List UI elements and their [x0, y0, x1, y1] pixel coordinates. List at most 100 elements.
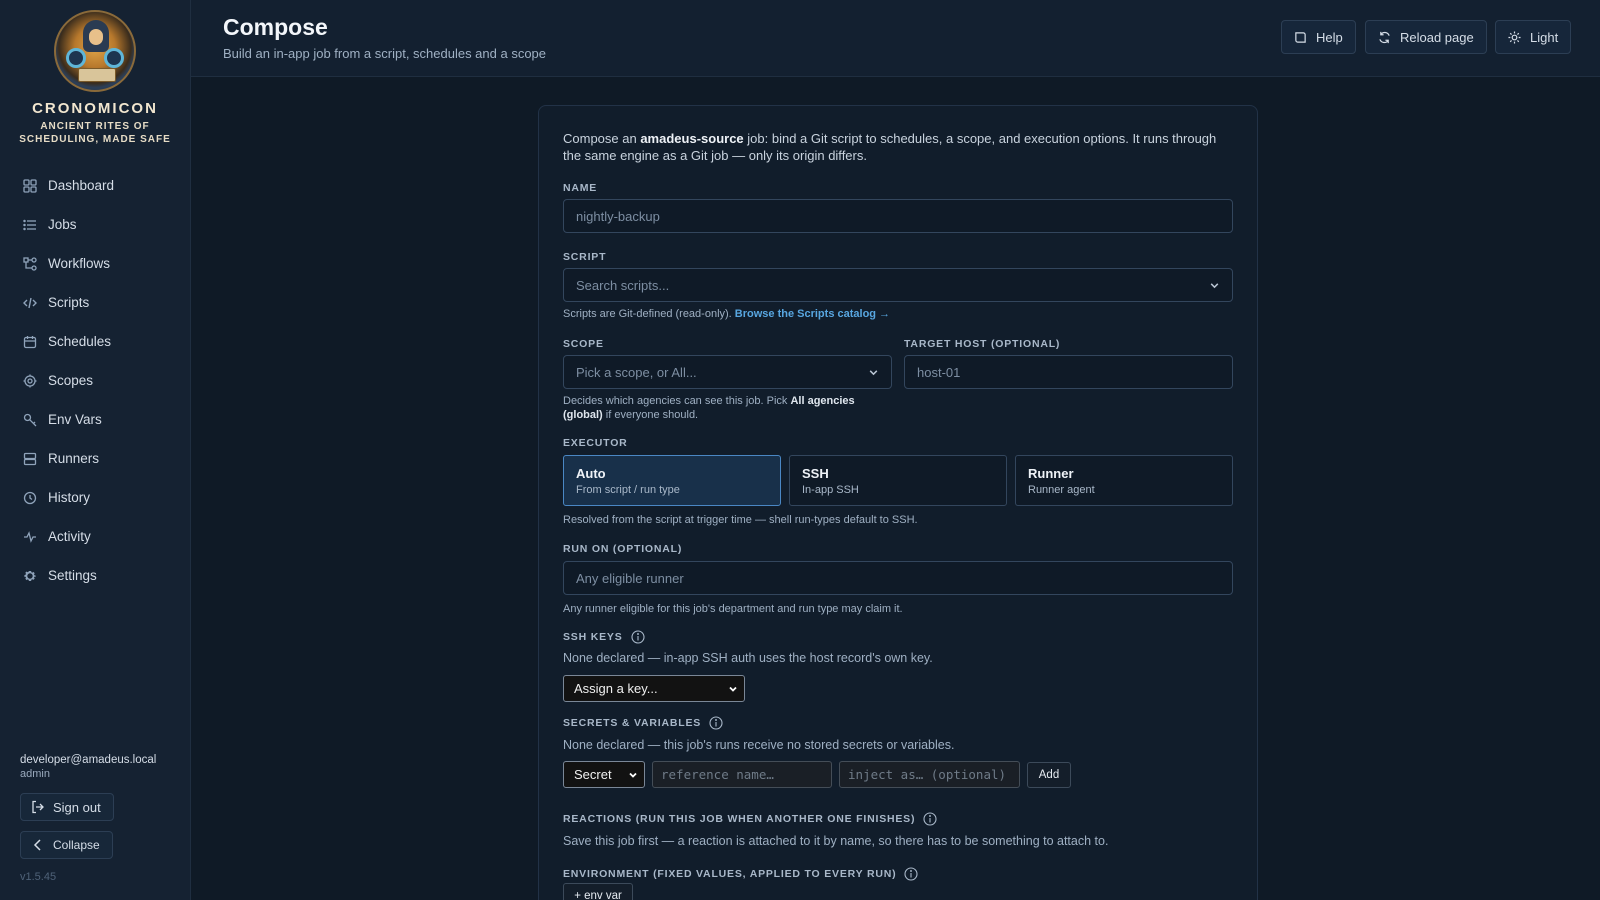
executor-runner-option[interactable]: Runner Runner agent — [1015, 455, 1233, 506]
grid-icon — [22, 178, 37, 193]
brand: CRONOMICON ANCIENT RITES OF SCHEDULING, … — [0, 0, 190, 146]
refresh-icon — [1379, 31, 1390, 43]
secret-inject-as-input[interactable]: inject as… (optional) — [839, 761, 1020, 788]
server-icon — [22, 451, 37, 466]
sidebar-item-settings[interactable]: Settings — [0, 556, 190, 595]
brand-tagline: ANCIENT RITES OF SCHEDULING, MADE SAFE — [0, 120, 190, 146]
user-role: admin — [20, 768, 50, 780]
sun-icon — [1508, 30, 1521, 44]
script-label: SCRIPT — [563, 251, 607, 263]
collapse-button[interactable]: Collapse — [20, 831, 113, 859]
reload-page-button[interactable]: Reload page — [1365, 20, 1487, 54]
info-icon[interactable] — [709, 716, 723, 730]
scope-help-pre: Decides which agencies can see this job.… — [563, 395, 788, 407]
sidebar-item-label: Dashboard — [48, 178, 115, 193]
ssh-keys-label: SSH KEYS — [563, 630, 645, 644]
sidebar-item-history[interactable]: History — [0, 478, 190, 517]
secret-reference-input[interactable]: reference name… — [652, 761, 832, 788]
sidebar-item-label: History — [48, 490, 91, 505]
script-help-text: Scripts are Git-defined (read-only). — [563, 308, 732, 320]
theme-label: Light — [1530, 29, 1559, 45]
help-button[interactable]: Help — [1281, 20, 1356, 54]
scope-help-global: (global) — [563, 409, 603, 421]
sidebar-item-workflows[interactable]: Workflows — [0, 244, 190, 283]
assign-key-select[interactable]: Assign a key... — [563, 675, 745, 702]
compose-form: Compose an amadeus-source job: bind a Gi… — [538, 105, 1258, 900]
sidebar-item-schedules[interactable]: Schedules — [0, 322, 190, 361]
sign-out-icon — [32, 800, 44, 814]
executor-title: Runner — [1028, 466, 1074, 481]
gear-icon — [22, 568, 37, 583]
reactions-label-text: REACTIONS (RUN THIS JOB WHEN ANOTHER ONE… — [563, 813, 916, 825]
scope-placeholder: Pick a scope, or All... — [576, 364, 697, 380]
run-on-help: Any runner eligible for this job's depar… — [563, 603, 903, 615]
intro-text: Compose an amadeus-source job: bind a Gi… — [563, 130, 1233, 164]
list-icon — [22, 217, 37, 232]
sidebar-item-env-vars[interactable]: Env Vars — [0, 400, 190, 439]
book-icon — [1295, 31, 1306, 43]
info-icon[interactable] — [904, 867, 918, 881]
activity-icon — [22, 529, 37, 544]
add-secret-button[interactable]: Add — [1027, 762, 1071, 788]
sidebar-item-label: Settings — [48, 568, 97, 583]
scope-help-post: if everyone should. — [605, 409, 699, 421]
sidebar-item-label: Workflows — [48, 256, 111, 271]
executor-subtitle: Runner agent — [1028, 484, 1095, 496]
sign-out-button[interactable]: Sign out — [20, 793, 114, 821]
scope-help: Decides which agencies can see this job.… — [563, 394, 863, 422]
sidebar-item-label: Runners — [48, 451, 100, 466]
chevron-down-icon — [1210, 283, 1219, 289]
sidebar-item-jobs[interactable]: Jobs — [0, 205, 190, 244]
sidebar-item-label: Jobs — [48, 217, 77, 232]
assign-key-value: Assign a key... — [574, 681, 658, 696]
sidebar-item-scopes[interactable]: Scopes — [0, 361, 190, 400]
chevron-left-icon — [33, 839, 41, 851]
executor-subtitle: From script / run type — [576, 484, 680, 496]
add-env-var-button[interactable]: + env var — [563, 883, 633, 900]
clock-icon — [22, 490, 37, 505]
code-icon — [22, 295, 37, 310]
sign-out-label: Sign out — [53, 799, 101, 815]
reactions-label: REACTIONS (RUN THIS JOB WHEN ANOTHER ONE… — [563, 812, 937, 826]
cronomicon-logo — [54, 10, 136, 92]
run-on-input[interactable]: Any eligible runner — [563, 561, 1233, 595]
sidebar-item-label: Env Vars — [48, 412, 102, 427]
user-info: developer@amadeus.local admin — [20, 754, 156, 780]
info-icon[interactable] — [923, 812, 937, 826]
chevron-down-icon — [629, 772, 637, 778]
sidebar-item-runners[interactable]: Runners — [0, 439, 190, 478]
scope-select[interactable]: Pick a scope, or All... — [563, 355, 892, 389]
secret-type-select[interactable]: Secret — [563, 761, 645, 788]
run-on-label: RUN ON (OPTIONAL) — [563, 543, 683, 555]
chevron-down-icon — [729, 686, 737, 692]
script-search-select[interactable]: Search scripts... — [563, 268, 1233, 302]
browse-scripts-link[interactable]: Browse the Scripts catalog → — [735, 308, 890, 320]
sidebar-item-label: Scopes — [48, 373, 94, 388]
theme-toggle-button[interactable]: Light — [1495, 20, 1572, 54]
target-icon — [22, 373, 37, 388]
script-placeholder: Search scripts... — [576, 277, 670, 293]
target-host-label: TARGET HOST (OPTIONAL) — [904, 338, 1061, 350]
executor-ssh-option[interactable]: SSH In-app SSH — [789, 455, 1007, 506]
target-host-input[interactable]: host-01 — [904, 355, 1233, 389]
secrets-text: None declared — this job's runs receive … — [563, 738, 955, 752]
sidebar-item-dashboard[interactable]: Dashboard — [0, 166, 190, 205]
executor-help: Resolved from the script at trigger time… — [563, 514, 918, 526]
intro-pre: Compose an — [563, 131, 641, 146]
scope-label: SCOPE — [563, 338, 604, 350]
name-input[interactable]: nightly-backup — [563, 199, 1233, 233]
info-icon[interactable] — [630, 630, 645, 644]
sidebar-nav: Dashboard Jobs Workflows Scripts Schedul… — [0, 166, 190, 595]
sidebar-item-scripts[interactable]: Scripts — [0, 283, 190, 322]
secret-type-value: Secret — [574, 767, 612, 782]
executor-auto-option[interactable]: Auto From script / run type — [563, 455, 781, 506]
environment-label-text: ENVIRONMENT (FIXED VALUES, APPLIED TO EV… — [563, 868, 897, 880]
ssh-keys-text: None declared — in-app SSH auth uses the… — [563, 651, 933, 665]
sidebar-item-label: Activity — [48, 529, 91, 544]
sidebar-item-activity[interactable]: Activity — [0, 517, 190, 556]
intro-source-name: amadeus-source — [640, 131, 744, 146]
executor-subtitle: In-app SSH — [802, 484, 859, 496]
page-header: Compose Build an in-app job from a scrip… — [191, 0, 1600, 77]
reactions-text: Save this job first — a reaction is atta… — [563, 834, 1109, 848]
collapse-label: Collapse — [53, 838, 100, 852]
